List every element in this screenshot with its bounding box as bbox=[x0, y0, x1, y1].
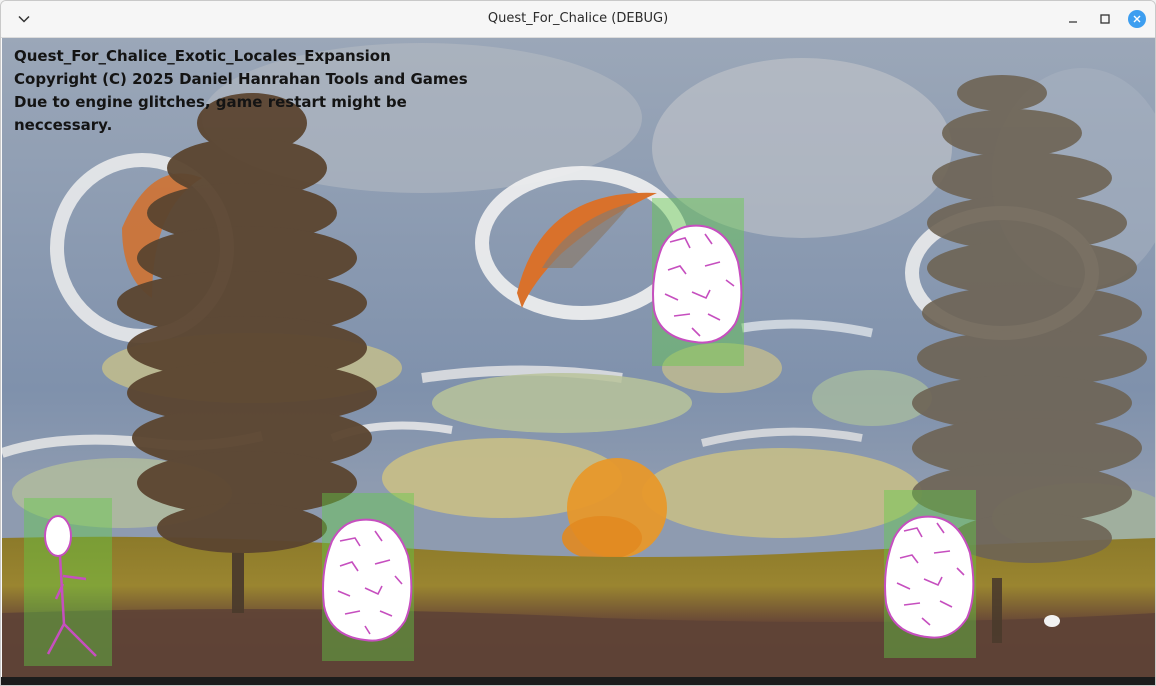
close-button-circle bbox=[1128, 10, 1146, 28]
title-bar[interactable]: Quest_For_Chalice (DEBUG) bbox=[1, 1, 1155, 38]
close-button[interactable] bbox=[1127, 9, 1147, 29]
warning-line-1: Due to engine glitches, game restart mig… bbox=[14, 93, 407, 111]
window-menu-button[interactable] bbox=[14, 9, 34, 29]
chevron-down-icon bbox=[18, 15, 30, 23]
game-info-text: Quest_For_Chalice_Exotic_Locales_Expansi… bbox=[14, 45, 468, 137]
minimize-icon bbox=[1069, 21, 1077, 23]
bottom-edge bbox=[1, 677, 1155, 685]
cracked-egg-icon[interactable] bbox=[882, 513, 978, 643]
game-canvas[interactable]: Quest_For_Chalice_Exotic_Locales_Expansi… bbox=[2, 38, 1155, 677]
minimize-button[interactable] bbox=[1063, 9, 1083, 29]
maximize-button[interactable] bbox=[1095, 9, 1115, 29]
window-title: Quest_For_Chalice (DEBUG) bbox=[487, 11, 669, 26]
close-icon bbox=[1133, 15, 1141, 23]
expansion-title: Quest_For_Chalice_Exotic_Locales_Expansi… bbox=[14, 47, 391, 65]
copyright-line: Copyright (C) 2025 Daniel Hanrahan Tools… bbox=[14, 70, 468, 88]
stick-figure-icon[interactable] bbox=[38, 514, 104, 659]
warning-line-2: neccessary. bbox=[14, 116, 113, 134]
cracked-egg-icon[interactable] bbox=[650, 222, 746, 348]
cracked-egg-icon[interactable] bbox=[320, 516, 416, 646]
maximize-icon bbox=[1100, 14, 1110, 24]
game-window: Quest_For_Chalice (DEBUG) Quest_For_Chal… bbox=[0, 0, 1156, 686]
